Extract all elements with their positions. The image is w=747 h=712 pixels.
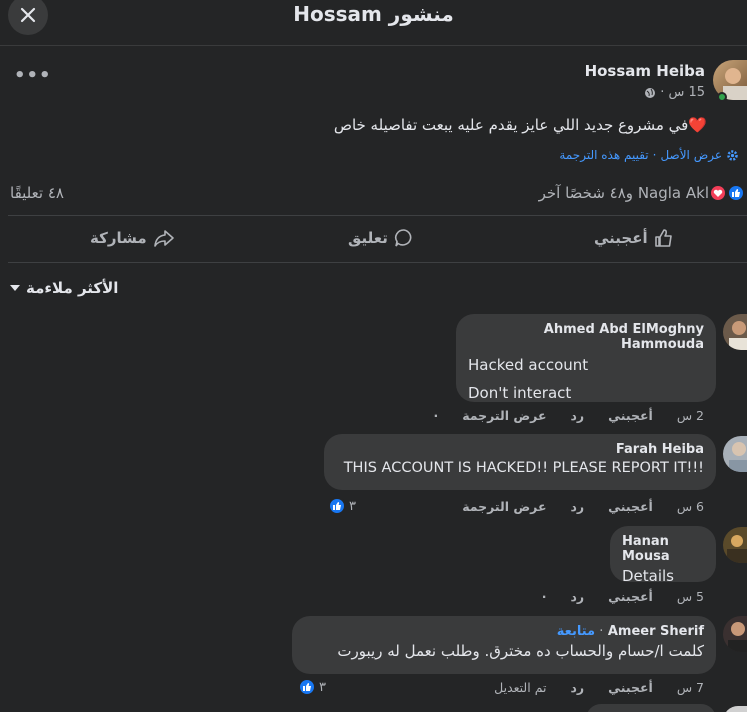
like-reaction-icon — [328, 497, 346, 515]
commenter-avatar[interactable] — [723, 314, 747, 350]
avatar-image — [729, 321, 747, 350]
thumbs-up-icon — [654, 229, 672, 247]
online-status-dot — [717, 92, 727, 102]
comment-actions: 5 س أعجبني رد · — [542, 589, 704, 604]
translation-bar: عرض الأصل · تقييم هذه الترجمة — [559, 148, 739, 162]
comment-reply-button[interactable]: رد — [571, 589, 585, 604]
rate-translation-link[interactable]: تقييم هذه الترجمة — [559, 148, 648, 162]
comment-time[interactable]: 7 س — [677, 680, 704, 695]
comment-time[interactable]: 5 س — [677, 589, 704, 604]
commenter-name[interactable]: Farah Heiba — [336, 442, 704, 457]
post-meta: 15 س · — [644, 85, 705, 100]
share-button[interactable]: مشاركة — [90, 228, 175, 248]
commenter-avatar[interactable] — [723, 436, 747, 472]
dialog-header: منشور Hossam — [0, 0, 747, 46]
commenter-name[interactable]: Ahmed Abd ElMoghny Hammouda — [468, 322, 704, 352]
share-icon — [153, 230, 174, 247]
comment-sort-dropdown[interactable]: الأكثر ملاءمة — [10, 279, 118, 297]
dialog-title: منشور Hossam — [293, 2, 454, 26]
reaction-count: ٣ — [319, 679, 326, 695]
more-options-button[interactable]: ••• — [14, 66, 51, 92]
see-translation-link[interactable]: عرض الترجمة — [462, 499, 546, 514]
comment-reactions[interactable]: ٣ — [328, 497, 356, 515]
heart-reaction-icon — [709, 184, 727, 202]
comment-text: كلمت ا/حسام والحساب ده مخترق. وطلب نعمل … — [337, 642, 704, 660]
avatar-image — [727, 535, 747, 563]
heart-emoji-icon: ❤️ — [688, 116, 707, 134]
comment-reply-button[interactable]: رد — [571, 408, 585, 423]
comment-text: Don't interact — [468, 384, 572, 402]
comment-actions: 2 س أعجبني رد عرض الترجمة · — [433, 408, 704, 423]
comment-bubble: Ameer Sherif · متابعة كلمت ا/حسام والحسا… — [292, 616, 716, 674]
comment-reactions[interactable]: ٣ — [298, 678, 326, 696]
commenter-avatar[interactable] — [723, 616, 747, 652]
comment-like-button[interactable]: أعجبني — [608, 680, 653, 695]
post-time[interactable]: 15 س — [668, 85, 705, 100]
globe-icon — [645, 87, 656, 98]
comment-text: Details — [622, 567, 675, 585]
reaction-count: ٣ — [349, 498, 356, 514]
comment-count[interactable]: ٤٨ تعليقًا — [10, 184, 64, 202]
see-translation-link[interactable]: عرض الترجمة — [462, 408, 546, 423]
comment-like-button[interactable]: أعجبني — [608, 408, 653, 423]
comment-like-button[interactable]: أعجبني — [608, 499, 653, 514]
comment-actions: 6 س أعجبني رد عرض الترجمة — [462, 499, 704, 514]
commenter-name[interactable]: Hanan Mousa — [622, 534, 704, 564]
like-reaction-icon — [298, 678, 316, 696]
like-reaction-icon — [727, 184, 745, 202]
follow-link[interactable]: متابعة — [557, 624, 595, 639]
comment-bubble: Ahmed Abd ElMoghny Hammouda Hacked accou… — [456, 314, 716, 402]
comment-actions: 7 س أعجبني رد تم التعديل — [494, 680, 704, 695]
comment-reply-button[interactable]: رد — [571, 680, 585, 695]
comment-button[interactable]: تعليق — [348, 228, 414, 248]
avatar-image — [729, 442, 747, 472]
comment-bubble: Hanan Mousa Details — [610, 526, 716, 585]
divider — [8, 215, 747, 216]
comment-header: Ameer Sherif · متابعة — [556, 624, 704, 639]
comment-text: THIS ACCOUNT IS HACKED!! PLEASE REPORT I… — [343, 460, 704, 476]
commenter-name[interactable]: Ameer Sherif — [608, 624, 704, 639]
divider — [8, 262, 747, 263]
like-button[interactable]: أعجبني — [594, 228, 674, 248]
post-text: ❤️في مشروع جديد اللي عايز يقدم عليه يبعت… — [333, 116, 707, 134]
comment-like-button[interactable]: أعجبني — [608, 589, 653, 604]
see-original-link[interactable]: عرض الأصل — [660, 148, 722, 162]
post-author-name[interactable]: Hossam Heiba — [585, 62, 705, 80]
caret-down-icon — [10, 285, 20, 291]
comment-text: Hacked account — [468, 356, 589, 374]
comment-bubble: Farah Heiba THIS ACCOUNT IS HACKED!! PLE… — [324, 434, 716, 490]
separator-dot: · — [660, 85, 665, 100]
reactions-summary[interactable]: Nagla Akl و٤٨ شخصًا آخر — [539, 184, 709, 202]
commenter-avatar[interactable] — [723, 527, 747, 563]
separator-dot: · — [433, 408, 439, 423]
comment-time[interactable]: 2 س — [677, 408, 704, 423]
comment-time[interactable]: 6 س — [677, 499, 704, 514]
commenter-avatar[interactable] — [723, 706, 747, 712]
comment-reply-button[interactable]: رد — [571, 499, 585, 514]
separator-dot: · — [541, 589, 547, 604]
avatar-image — [728, 622, 747, 652]
edited-label: تم التعديل — [494, 680, 547, 695]
comment-bubble — [586, 704, 716, 712]
gear-icon — [727, 149, 738, 161]
comment-icon — [394, 229, 412, 247]
